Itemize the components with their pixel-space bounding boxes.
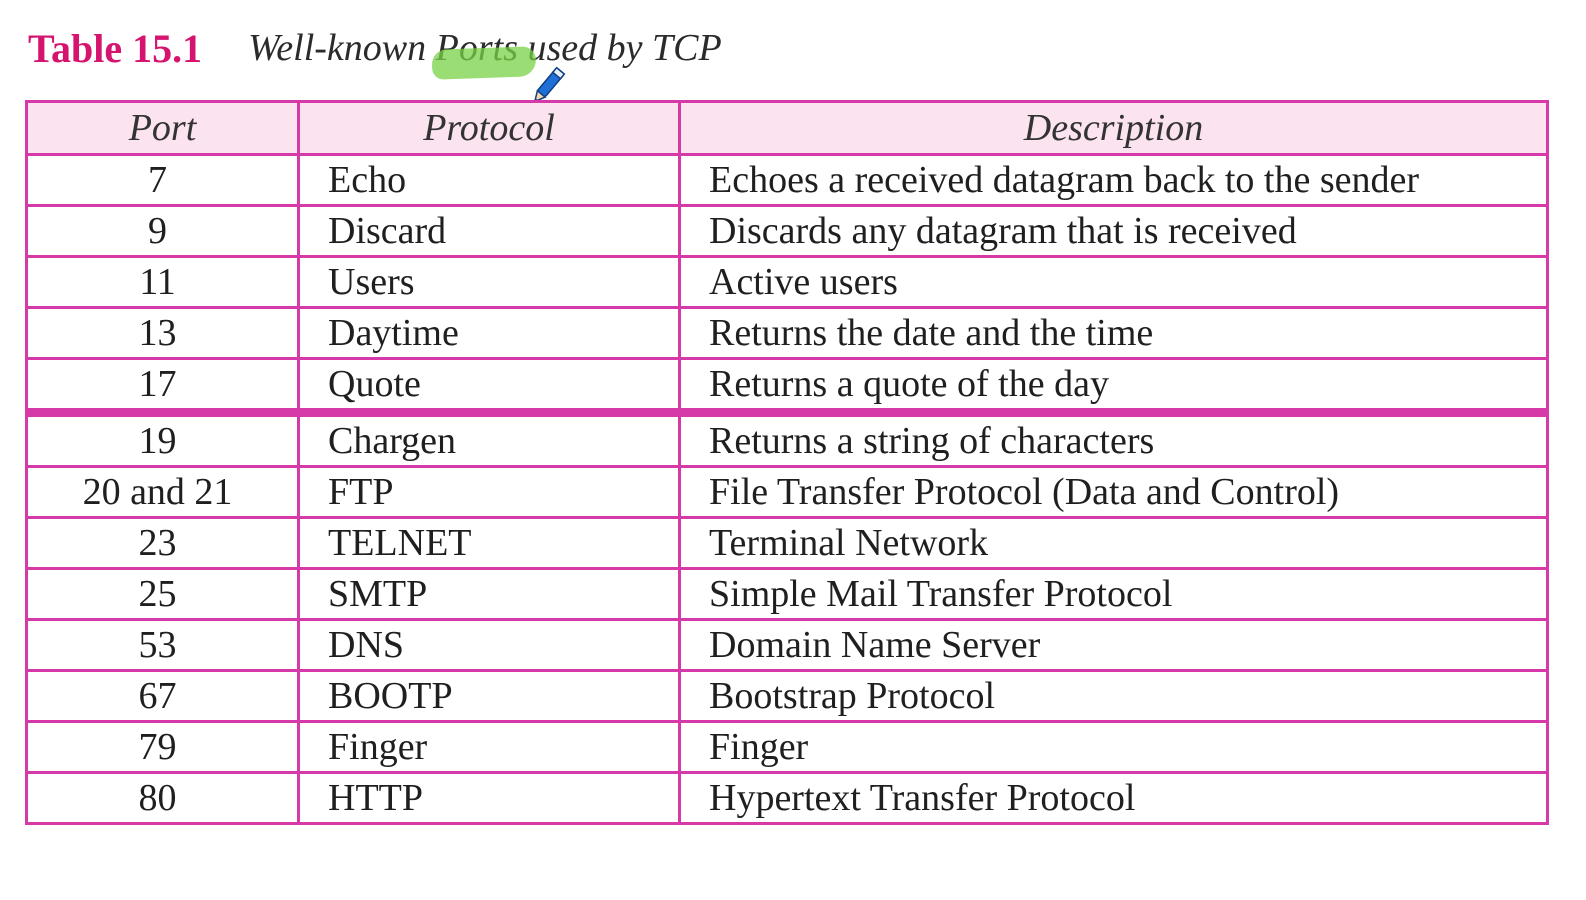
table-row: 79 Finger Finger — [25, 720, 1549, 774]
table-row: 7 Echo Echoes a received datagram back t… — [25, 153, 1549, 207]
protocol-cell: SMTP — [297, 567, 681, 621]
table-row: 80 HTTP Hypertext Transfer Protocol — [25, 771, 1549, 825]
table-header-row: Port Protocol Description — [25, 100, 1549, 156]
table-number: Table 15.1 — [28, 25, 203, 71]
description-cell: Discards any datagram that is received — [678, 204, 1549, 258]
description-cell: Returns the date and the time — [678, 306, 1549, 360]
port-cell: 20 and 21 — [25, 465, 300, 519]
protocol-cell: TELNET — [297, 516, 681, 570]
description-cell: File Transfer Protocol (Data and Control… — [678, 465, 1549, 519]
port-cell: 23 — [25, 516, 300, 570]
protocol-cell: Users — [297, 255, 681, 309]
port-cell: 9 — [25, 204, 300, 258]
ports-table-container: Port Protocol Description 7 Echo Echoes … — [25, 100, 1549, 825]
table-row: 25 SMTP Simple Mail Transfer Protocol — [25, 567, 1549, 621]
protocol-cell: Daytime — [297, 306, 681, 360]
column-header-description: Description — [678, 100, 1549, 156]
protocol-cell: HTTP — [297, 771, 681, 825]
protocol-cell: DNS — [297, 618, 681, 672]
description-cell: Echoes a received datagram back to the s… — [678, 153, 1549, 207]
port-cell: 19 — [25, 408, 300, 468]
protocol-cell: Discard — [297, 204, 681, 258]
port-cell: 67 — [25, 669, 300, 723]
description-cell: Active users — [678, 255, 1549, 309]
description-cell: Simple Mail Transfer Protocol — [678, 567, 1549, 621]
protocol-cell: FTP — [297, 465, 681, 519]
table-row: 17 Quote Returns a quote of the day — [25, 357, 1549, 414]
port-cell: 7 — [25, 153, 300, 207]
column-header-port: Port — [25, 100, 300, 156]
column-header-protocol: Protocol — [297, 100, 681, 156]
description-cell: Hypertext Transfer Protocol — [678, 771, 1549, 825]
description-cell: Finger — [678, 720, 1549, 774]
protocol-cell: BOOTP — [297, 669, 681, 723]
description-cell: Terminal Network — [678, 516, 1549, 570]
port-cell: 13 — [25, 306, 300, 360]
protocol-cell: Chargen — [297, 408, 681, 468]
port-cell: 25 — [25, 567, 300, 621]
description-cell: Returns a string of characters — [678, 408, 1549, 468]
table-row: 23 TELNET Terminal Network — [25, 516, 1549, 570]
table-row: 13 Daytime Returns the date and the time — [25, 306, 1549, 360]
protocol-cell: Echo — [297, 153, 681, 207]
port-cell: 80 — [25, 771, 300, 825]
table-row: 19 Chargen Returns a string of character… — [25, 408, 1549, 468]
table-row: 20 and 21 FTP File Transfer Protocol (Da… — [25, 465, 1549, 519]
port-cell: 79 — [25, 720, 300, 774]
table-row: 67 BOOTP Bootstrap Protocol — [25, 669, 1549, 723]
protocol-cell: Finger — [297, 720, 681, 774]
description-cell: Domain Name Server — [678, 618, 1549, 672]
table-row: 53 DNS Domain Name Server — [25, 618, 1549, 672]
port-cell: 11 — [25, 255, 300, 309]
description-cell: Bootstrap Protocol — [678, 669, 1549, 723]
ports-table: Port Protocol Description 7 Echo Echoes … — [25, 100, 1549, 825]
table-row: 11 Users Active users — [25, 255, 1549, 309]
table-caption: Table 15.1 Well-known Ports used by TCP — [28, 20, 722, 76]
highlighter-mark — [431, 46, 537, 80]
port-cell: 17 — [25, 357, 300, 414]
description-cell: Returns a quote of the day — [678, 357, 1549, 414]
table-row: 9 Discard Discards any datagram that is … — [25, 204, 1549, 258]
port-cell: 53 — [25, 618, 300, 672]
protocol-cell: Quote — [297, 357, 681, 414]
